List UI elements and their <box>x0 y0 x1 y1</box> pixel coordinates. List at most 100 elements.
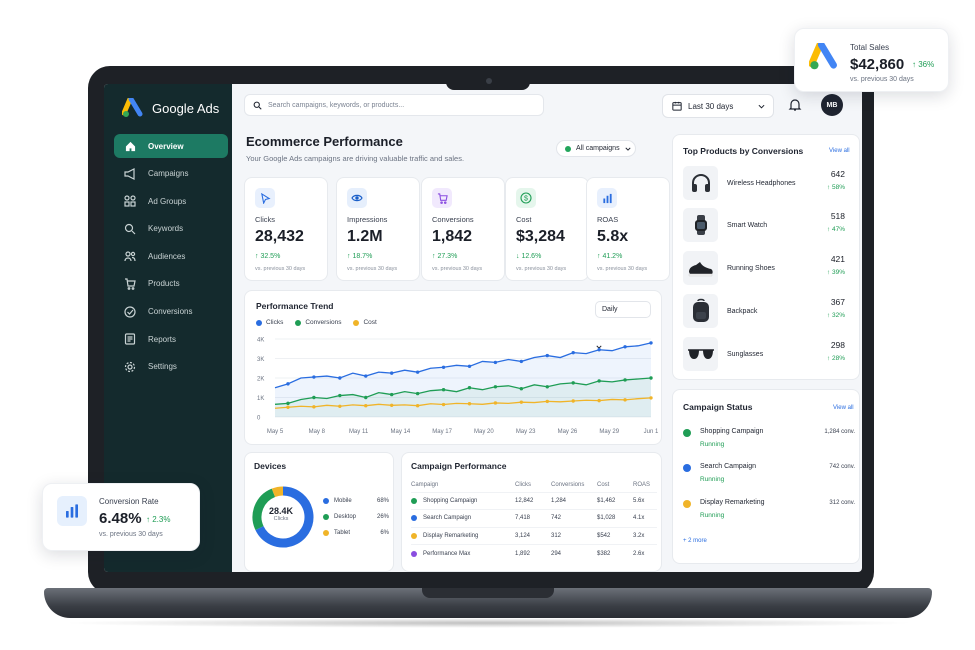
brand[interactable]: Google Ads <box>122 98 219 118</box>
sidebar-item-settings[interactable]: Settings <box>114 355 228 379</box>
sidebar-item-campaigns[interactable]: Campaigns <box>114 162 228 186</box>
shoe-icon <box>683 251 718 285</box>
gear-icon <box>124 361 136 373</box>
product-row[interactable]: Backpack 367 ↑ 32% <box>683 293 853 329</box>
data-point <box>623 345 627 349</box>
performance-trend-card: Performance Trend Clicks Conversions Cos… <box>244 290 662 445</box>
table-row[interactable]: Performance Max 1,892 294 $382 2.6x <box>411 544 657 562</box>
y-tick-label: 3K <box>257 357 264 363</box>
campaign-dot <box>411 497 417 504</box>
data-point <box>623 398 627 402</box>
legend-item-conversions[interactable]: Conversions <box>295 319 341 326</box>
view-all-link[interactable]: View all <box>829 148 850 154</box>
legend-dot <box>323 514 329 520</box>
legend-dot <box>353 319 360 326</box>
data-point <box>312 405 316 409</box>
y-tick-label: 2K <box>257 377 264 383</box>
sidebar-item-conversions[interactable]: Conversions <box>114 300 228 324</box>
x-tick-label: May 26 <box>558 429 578 435</box>
legend-item-cost[interactable]: Cost <box>353 319 377 326</box>
status-campaign-name: Shopping Campaign <box>700 428 764 435</box>
campaign-filter-select[interactable]: All campaigns <box>556 140 636 157</box>
laptop-shadow <box>60 618 916 628</box>
cart-icon <box>432 188 452 208</box>
kpi-card-roas[interactable]: ROAS 5.8x ↑ 41.2% vs. previous 30 days <box>586 177 670 281</box>
backpack-icon <box>683 294 718 328</box>
table-row[interactable]: Shopping Campaign 12,842 1,284 $1,462 5.… <box>411 491 657 510</box>
column-header[interactable]: Clicks <box>515 478 551 492</box>
sidebar-item-label: Audiences <box>148 251 186 261</box>
interval-select[interactable]: Daily <box>595 301 651 349</box>
kpi-value: 5.8x <box>597 228 629 245</box>
devices-legend: Mobile 68% Desktop 26% Tablet 6% <box>323 493 389 541</box>
column-header[interactable]: Conversions <box>551 478 597 492</box>
kpi-comparison: vs. previous 30 days <box>432 266 483 272</box>
kpi-card-clicks[interactable]: Clicks 28,432 ↑ 32.5% vs. previous 30 da… <box>244 177 328 281</box>
sidebar-item-products[interactable]: Products <box>114 272 228 296</box>
product-name: Running Shoes <box>727 264 775 272</box>
column-header[interactable]: Campaign <box>411 478 515 492</box>
status-campaign-name: Display Remarketing <box>700 499 765 506</box>
x-tick-label: May 17 <box>432 429 452 435</box>
kpi-change: ↑ 27.3% <box>432 253 458 260</box>
search-input[interactable]: Search campaigns, keywords, or products.… <box>244 94 544 116</box>
view-all-link[interactable]: View all <box>833 405 854 411</box>
data-point <box>441 388 446 392</box>
legend-item-clicks[interactable]: Clicks <box>256 319 283 326</box>
data-point <box>519 400 524 404</box>
sidebar-item-label: Campaigns <box>148 169 189 179</box>
x-tick-label: May 20 <box>474 429 494 435</box>
cell-clicks: 7,418 <box>515 509 551 527</box>
kpi-card-conversions[interactable]: Conversions 1,842 ↑ 27.3% vs. previous 3… <box>421 177 505 281</box>
table-row[interactable]: Display Remarketing 3,124 312 $542 3.2x <box>411 526 657 545</box>
status-row[interactable]: Shopping Campaign Running 1,284 conv. <box>683 426 855 456</box>
show-more-link[interactable]: + 2 more <box>683 538 707 544</box>
status-dot <box>683 429 691 437</box>
bell-icon[interactable] <box>788 98 802 112</box>
product-name: Wireless Headphones <box>727 179 796 187</box>
kpi-label: Impressions <box>347 215 388 224</box>
data-point <box>364 395 368 400</box>
sidebar-item-label: Settings <box>148 362 177 372</box>
sidebar-item-keywords[interactable]: Keywords <box>114 217 228 241</box>
kpi-card-impressions[interactable]: Impressions 1.2M ↑ 18.7% vs. previous 30… <box>336 177 420 281</box>
date-range-select[interactable]: Last 30 days <box>662 94 774 118</box>
data-point <box>493 385 498 389</box>
cell-cost: $542 <box>597 526 633 545</box>
search-placeholder: Search campaigns, keywords, or products.… <box>268 101 405 109</box>
status-row[interactable]: Search Campaign Running 742 conv. <box>683 461 855 491</box>
product-row[interactable]: Running Shoes 421 ↑ 39% <box>683 250 853 286</box>
sidebar-item-reports[interactable]: Reports <box>114 327 228 351</box>
target-icon <box>124 305 136 318</box>
status-row[interactable]: Display Remarketing Running 312 conv. <box>683 497 855 527</box>
column-header[interactable]: Cost <box>597 478 633 492</box>
x-tick-label: May 11 <box>349 429 369 435</box>
legend-dot <box>256 319 262 326</box>
data-point <box>467 402 472 406</box>
status-badge: Running <box>700 512 725 519</box>
table-row[interactable]: Search Campaign 7,418 742 $1,028 4.1x <box>411 509 657 527</box>
sidebar-item-overview[interactable]: Overview <box>114 134 228 158</box>
product-row[interactable]: Smart Watch 518 ↑ 47% <box>683 207 853 243</box>
total-sales-value: $42,860 <box>850 56 905 73</box>
product-change: ↑ 32% <box>826 312 845 319</box>
cell-clicks: 12,842 <box>515 491 551 510</box>
users-icon <box>124 250 136 262</box>
sidebar-item-audiences[interactable]: Audiences <box>114 244 228 268</box>
search-icon <box>124 223 136 235</box>
cell-cost: $1,462 <box>597 491 633 510</box>
data-point <box>467 386 472 390</box>
data-point <box>364 374 368 378</box>
column-header[interactable]: ROAS <box>633 478 657 492</box>
product-row[interactable]: Wireless Headphones 642 ↑ 58% <box>683 165 853 201</box>
data-point <box>364 403 368 408</box>
product-change: ↑ 39% <box>826 269 845 276</box>
sidebar-item-ad-groups[interactable]: Ad Groups <box>114 189 228 213</box>
sidebar-nav: Overview Campaigns Ad Groups Keywords Au… <box>114 134 228 382</box>
product-count: 421 <box>830 254 845 264</box>
campaign-dot <box>411 515 417 522</box>
avatar[interactable]: MB <box>821 94 843 116</box>
kpi-card-cost[interactable]: $ Cost $3,284 ↓ 12.6% vs. previous 30 da… <box>505 177 589 281</box>
product-row[interactable]: Sunglasses 298 ↑ 28% <box>683 336 853 372</box>
data-point <box>545 353 549 358</box>
